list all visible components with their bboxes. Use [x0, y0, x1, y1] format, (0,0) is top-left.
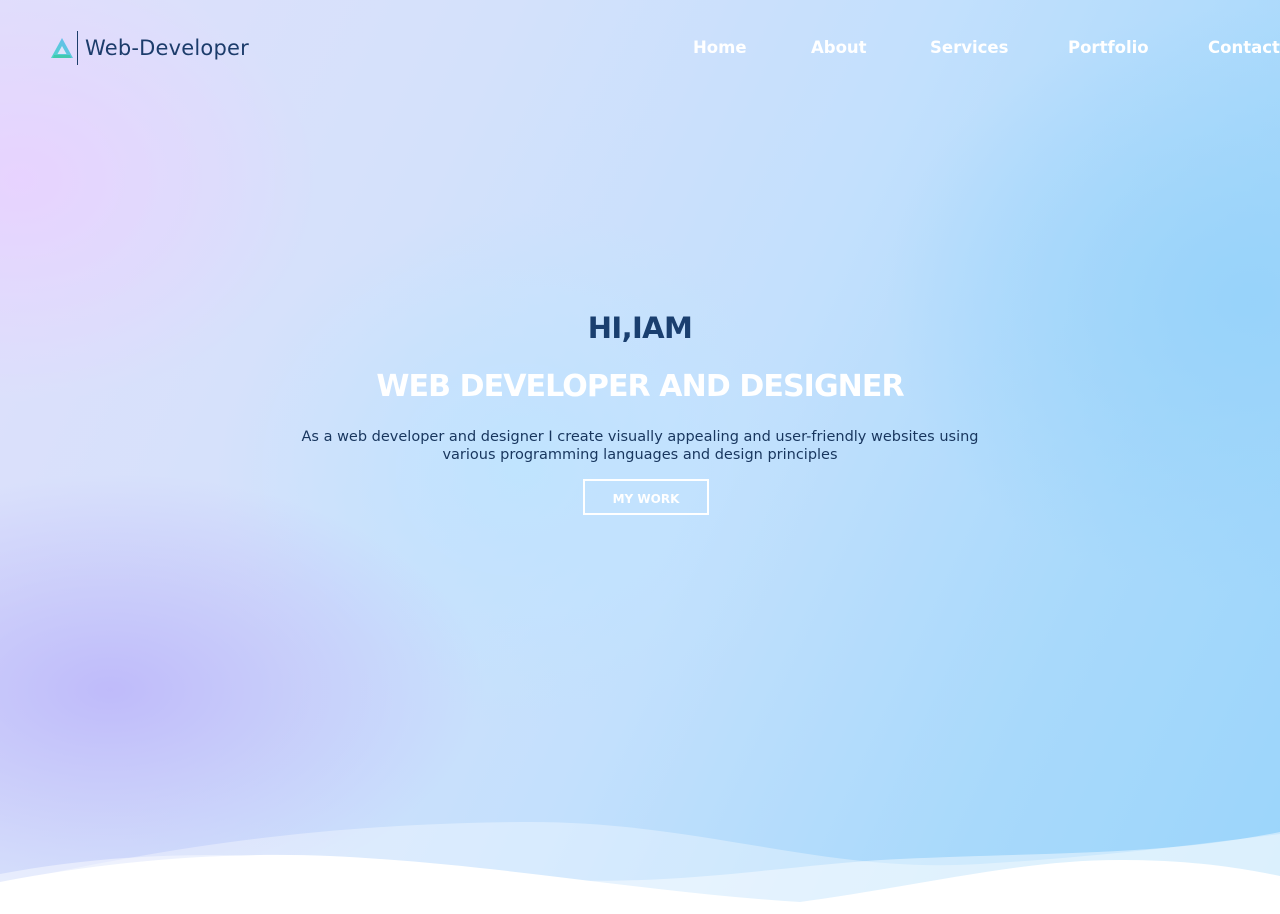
main-nav: Home About Services Portfolio Contact: [0, 38, 1280, 60]
hero-description: As a web developer and designer I create…: [301, 429, 979, 463]
hero-greeting: HI,IAM: [587, 311, 693, 345]
nav-link-portfolio[interactable]: Portfolio: [1068, 38, 1149, 58]
site-header: Web-Developer Home About Services Portfo…: [0, 0, 1280, 96]
hero-section: HI,IAM WEB DEVELOPER AND DESIGNER As a w…: [0, 300, 1280, 515]
nav-link-home[interactable]: Home: [693, 38, 747, 58]
nav-link-about[interactable]: About: [811, 38, 867, 58]
nav-link-services[interactable]: Services: [930, 38, 1008, 58]
hero-title: WEB DEVELOPER AND DESIGNER: [376, 369, 904, 404]
nav-link-contact[interactable]: Contact: [1208, 38, 1280, 58]
my-work-button[interactable]: MY WORK: [583, 479, 709, 515]
decorative-waves: [0, 821, 1280, 914]
